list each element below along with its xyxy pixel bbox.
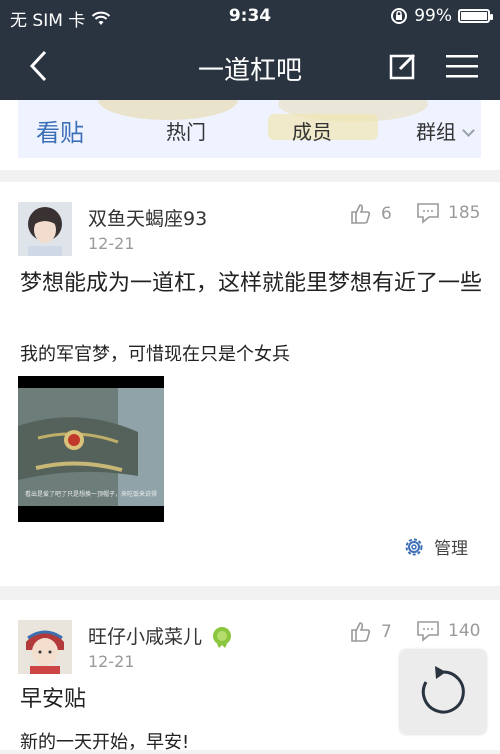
battery-percent: 99% xyxy=(414,6,452,26)
chevron-down-icon xyxy=(462,124,475,137)
refresh-icon xyxy=(421,666,465,714)
post-date: 12-21 xyxy=(88,234,135,253)
post-username[interactable]: 双鱼天蝎座93 xyxy=(88,204,207,231)
battery-icon xyxy=(458,9,493,23)
tab-hot[interactable]: 热门 xyxy=(166,116,206,145)
comment-count: 140 xyxy=(448,621,481,641)
avatar[interactable] xyxy=(18,620,72,674)
avatar-image xyxy=(18,202,72,256)
like-button[interactable]: 6 xyxy=(349,202,392,226)
status-bar: 无 SIM 卡 9:34 99% xyxy=(0,0,500,32)
tab-bar: 看贴 热门 成员 群组 xyxy=(0,100,500,170)
comment-icon xyxy=(417,621,439,642)
rotation-lock-icon xyxy=(391,8,408,24)
like-count: 7 xyxy=(381,622,392,642)
post-username-row[interactable]: 旺仔小咸菜儿 xyxy=(88,622,234,649)
like-count: 6 xyxy=(381,204,392,224)
manage-label: 管理 xyxy=(434,539,468,559)
avatar[interactable] xyxy=(18,202,72,256)
refresh-button[interactable] xyxy=(400,650,486,734)
comment-button[interactable]: 140 xyxy=(416,620,480,642)
banner-image xyxy=(18,100,481,158)
tab-members[interactable]: 成员 xyxy=(292,116,332,145)
tab-groups[interactable]: 群组 xyxy=(416,116,475,145)
comment-icon xyxy=(417,203,439,224)
manage-button[interactable]: 管理 xyxy=(402,534,468,559)
like-button[interactable]: 7 xyxy=(349,620,392,644)
comment-button[interactable]: 185 xyxy=(416,202,480,224)
menu-button[interactable] xyxy=(442,46,482,86)
nav-bar: 一道杠吧 xyxy=(0,32,500,100)
post-image[interactable]: 看出是爱了吧了只是想换一顶帽子，来吃饭来说得 xyxy=(18,376,164,522)
compose-button[interactable] xyxy=(383,46,423,86)
level-badge-icon xyxy=(213,626,232,648)
tab-groups-label: 群组 xyxy=(416,120,456,144)
page-title: 一道杠吧 xyxy=(197,56,302,86)
menu-icon xyxy=(446,55,478,78)
post-card[interactable]: 双鱼天蝎座93 12-21 6 185 梦想能成为一道杠，这样就能里梦想有近了一… xyxy=(0,182,500,586)
avatar-image xyxy=(18,620,72,674)
image-caption: 看出是爱了吧了只是想换一顶帽子，来吃饭来说得 xyxy=(25,490,157,498)
thumbs-up-icon xyxy=(351,622,371,642)
post-body: 我的军官梦，可惜现在只是个女兵 xyxy=(20,344,290,365)
comment-count: 185 xyxy=(448,203,481,223)
tab-posts[interactable]: 看贴 xyxy=(36,113,84,148)
post-title[interactable]: 梦想能成为一道杠，这样就能里梦想有近了一些 xyxy=(20,268,490,300)
thumbs-up-icon xyxy=(351,204,371,224)
edit-icon xyxy=(389,53,416,80)
post-date: 12-21 xyxy=(88,652,135,671)
post-username: 旺仔小咸菜儿 xyxy=(88,626,203,648)
gear-icon xyxy=(405,538,423,555)
post-body: 新的一天开始，早安! xyxy=(20,732,190,753)
